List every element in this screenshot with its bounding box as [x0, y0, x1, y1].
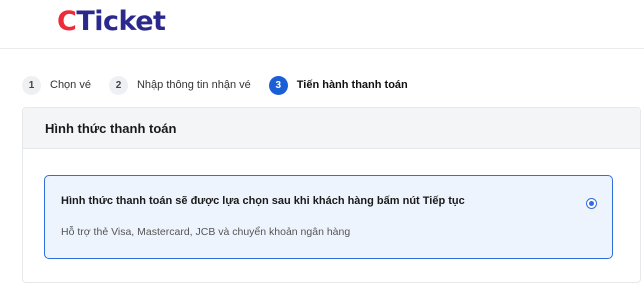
payment-option[interactable]: Hình thức thanh toán sẽ được lựa chọn sa… — [44, 175, 613, 259]
step-number: 3 — [268, 75, 288, 95]
step-payment[interactable]: 3 Tiến hành thanh toán — [268, 75, 408, 95]
site-header: CTicket — [0, 0, 644, 49]
radio-selected-dot — [589, 201, 594, 206]
step-enter-info[interactable]: 2 Nhập thông tin nhận vé — [108, 75, 251, 95]
logo-text: Ticket — [76, 6, 166, 37]
step-choose-ticket[interactable]: 1 Chọn vé — [22, 75, 91, 95]
payment-method-title: Hình thức thanh toán — [23, 108, 640, 149]
payment-option-subtitle: Hỗ trợ thẻ Visa, Mastercard, JCB và chuy… — [61, 226, 351, 238]
step-label: Chọn vé — [50, 79, 91, 91]
step-number: 1 — [22, 75, 41, 95]
checkout-stepper: 1 Chọn vé 2 Nhập thông tin nhận vé 3 Tiế… — [22, 74, 426, 96]
step-label: Tiến hành thanh toán — [296, 79, 408, 91]
cticket-logo[interactable]: CTicket — [57, 6, 166, 37]
step-label: Nhập thông tin nhận vé — [136, 79, 251, 91]
step-number: 2 — [108, 75, 128, 95]
payment-option-radio[interactable] — [586, 198, 597, 209]
logo-c: C — [57, 6, 77, 37]
payment-method-card: Hình thức thanh toán Hình thức thanh toá… — [22, 107, 641, 283]
payment-option-title: Hình thức thanh toán sẽ được lựa chọn sa… — [61, 195, 465, 207]
